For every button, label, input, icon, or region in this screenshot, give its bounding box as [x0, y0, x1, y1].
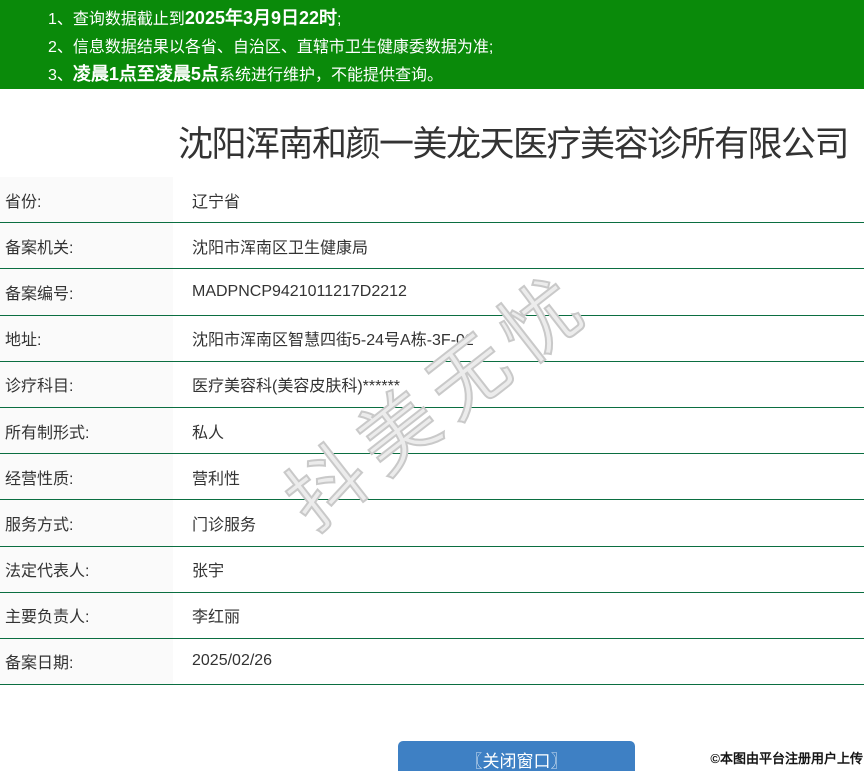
row-value: 沈阳市浑南区卫生健康局: [173, 223, 864, 268]
row-label: 备案机关:: [0, 223, 173, 268]
notice-banner: 1、查询数据截止到2025年3月9日22时; 2、信息数据结果以各省、自治区、直…: [0, 0, 864, 89]
row-value: MADPNCP9421011217D2212: [173, 269, 864, 314]
row-label: 所有制形式:: [0, 408, 173, 453]
notice-line-3-tail: 系统进行维护，不能提供查询。: [219, 67, 443, 84]
row-label: 备案日期:: [0, 639, 173, 684]
row-value: 张宇: [173, 547, 864, 592]
notice-line-1-number: 1、: [48, 11, 73, 28]
notice-line-1: 1、查询数据截止到2025年3月9日22时;: [48, 5, 864, 33]
notice-line-2-text: 信息数据结果以各省、自治区、直辖市卫生健康委数据为准;: [73, 39, 493, 56]
notice-line-2-number: 2、: [48, 39, 73, 56]
row-label: 经营性质:: [0, 454, 173, 499]
filing-record-page: 1、查询数据截止到2025年3月9日22时; 2、信息数据结果以各省、自治区、直…: [0, 0, 864, 771]
row-value: 医疗美容科(美容皮肤科)******: [173, 362, 864, 407]
attribution-text: ©本图由平台注册用户上传: [710, 748, 863, 767]
row-label: 地址:: [0, 316, 173, 361]
notice-line-1-bold: 2025年3月9日22时: [185, 8, 337, 28]
row-value: 营利性: [173, 454, 864, 499]
row-label: 省份:: [0, 177, 173, 222]
table-row-filing-authority: 备案机关: 沈阳市浑南区卫生健康局: [0, 223, 864, 269]
info-table: 省份: 辽宁省 备案机关: 沈阳市浑南区卫生健康局 备案编号: MADPNCP9…: [0, 177, 864, 685]
table-row-service-mode: 服务方式: 门诊服务: [0, 500, 864, 546]
row-value: 门诊服务: [173, 500, 864, 545]
row-value: 私人: [173, 408, 864, 453]
row-value: 沈阳市浑南区智慧四街5-24号A栋-3F-02: [173, 316, 864, 361]
table-row-main-person-in-charge: 主要负责人: 李红丽: [0, 593, 864, 639]
notice-line-1-text: 查询数据截止到: [73, 11, 185, 28]
close-window-button[interactable]: 〖关闭窗口〗: [398, 741, 635, 771]
table-row-business-nature: 经营性质: 营利性: [0, 454, 864, 500]
notice-line-3-bold: 凌晨1点至凌晨5点: [73, 64, 219, 84]
row-value: 辽宁省: [173, 177, 864, 222]
row-value: 李红丽: [173, 593, 864, 638]
table-row-address: 地址: 沈阳市浑南区智慧四街5-24号A栋-3F-02: [0, 316, 864, 362]
table-row-legal-representative: 法定代表人: 张宇: [0, 547, 864, 593]
notice-line-2: 2、信息数据结果以各省、自治区、直辖市卫生健康委数据为准;: [48, 33, 864, 61]
notice-line-1-tail: ;: [337, 11, 341, 28]
row-label: 服务方式:: [0, 500, 173, 545]
row-label: 备案编号:: [0, 269, 173, 314]
row-label: 法定代表人:: [0, 547, 173, 592]
table-row-province: 省份: 辽宁省: [0, 177, 864, 223]
row-label: 诊疗科目:: [0, 362, 173, 407]
table-row-filing-number: 备案编号: MADPNCP9421011217D2212: [0, 269, 864, 315]
page-title: 沈阳浑南和颜一美龙天医疗美容诊所有限公司: [178, 116, 848, 167]
notice-line-3-number: 3、: [48, 67, 73, 84]
table-row-ownership-form: 所有制形式: 私人: [0, 408, 864, 454]
row-label: 主要负责人:: [0, 593, 173, 638]
table-row-diagnosis-subjects: 诊疗科目: 医疗美容科(美容皮肤科)******: [0, 362, 864, 408]
table-row-filing-date: 备案日期: 2025/02/26: [0, 639, 864, 685]
notice-line-3: 3、凌晨1点至凌晨5点系统进行维护，不能提供查询。: [48, 61, 864, 89]
row-value: 2025/02/26: [173, 639, 864, 684]
